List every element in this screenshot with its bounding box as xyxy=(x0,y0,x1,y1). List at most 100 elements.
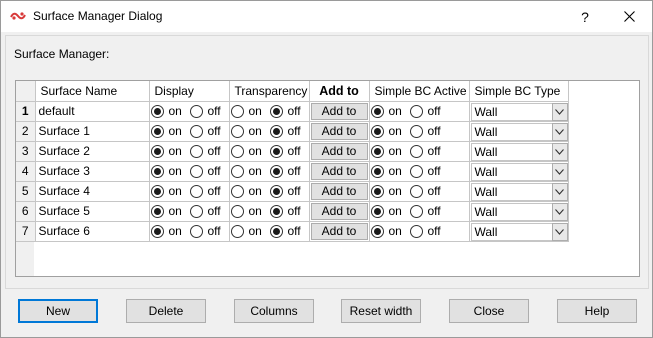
column-header-display[interactable]: Display xyxy=(148,81,230,102)
close-button[interactable]: Close xyxy=(449,299,529,323)
transparency-on-radio[interactable] xyxy=(230,144,244,158)
bc-active-off-radio[interactable] xyxy=(409,124,423,138)
display-on-radio[interactable] xyxy=(150,184,164,198)
column-header-simple-bc-type[interactable]: Simple BC Type xyxy=(468,81,569,102)
chevron-down-icon[interactable] xyxy=(551,162,568,181)
transparency-off-radio[interactable] xyxy=(269,204,283,218)
surface-name-cell[interactable]: Surface 6 xyxy=(34,220,150,242)
columns-button[interactable]: Columns xyxy=(234,299,314,323)
row-number[interactable]: 1 xyxy=(16,100,36,122)
transparency-off-radio[interactable] xyxy=(269,124,283,138)
bc-active-on-radio[interactable] xyxy=(370,224,384,238)
bc-active-off-radio[interactable] xyxy=(409,104,423,118)
add-to-button[interactable]: Add to xyxy=(310,123,368,140)
transparency-on-radio[interactable] xyxy=(230,104,244,118)
row-number[interactable]: 4 xyxy=(16,160,36,182)
transparency-off-radio[interactable] xyxy=(269,224,283,238)
display-off-radio[interactable] xyxy=(189,224,203,238)
display-on-radio[interactable] xyxy=(150,144,164,158)
surface-name-cell[interactable]: Surface 5 xyxy=(34,200,150,222)
display-off-radio[interactable] xyxy=(189,104,203,118)
surface-name-cell[interactable]: Surface 1 xyxy=(34,120,150,142)
bc-active-on-radio[interactable] xyxy=(370,124,384,138)
add-to-button[interactable]: Add to xyxy=(310,163,368,180)
bc-type-select[interactable]: Wall xyxy=(470,202,568,221)
surface-name-cell[interactable]: Surface 4 xyxy=(34,180,150,202)
bc-type-select[interactable]: Wall xyxy=(470,162,568,181)
bc-active-on-radio[interactable] xyxy=(370,164,384,178)
bc-active-on-radio[interactable] xyxy=(370,184,384,198)
title-close-button[interactable] xyxy=(607,1,652,32)
display-on-label: on xyxy=(168,124,182,138)
transparency-on-radio[interactable] xyxy=(230,184,244,198)
display-on-radio[interactable] xyxy=(150,104,164,118)
row-number[interactable]: 6 xyxy=(16,200,36,222)
display-on-radio[interactable] xyxy=(150,204,164,218)
transparency-on-radio[interactable] xyxy=(230,164,244,178)
chevron-down-icon[interactable] xyxy=(551,222,568,241)
bc-type-select[interactable]: Wall xyxy=(470,142,568,161)
row-number[interactable]: 2 xyxy=(16,120,36,142)
column-header-transparency[interactable]: Transparency xyxy=(228,81,310,102)
column-header-surface-name[interactable]: Surface Name xyxy=(34,81,150,102)
bc-type-cell: Wall xyxy=(468,140,569,162)
bc-active-off-radio[interactable] xyxy=(409,164,423,178)
chevron-down-icon[interactable] xyxy=(551,182,568,201)
bc-active-off-radio[interactable] xyxy=(409,144,423,158)
display-off-radio[interactable] xyxy=(189,144,203,158)
column-header-add-to[interactable]: Add to xyxy=(308,81,370,102)
display-off-radio[interactable] xyxy=(189,164,203,178)
bc-active-cell: on off xyxy=(368,140,470,162)
chevron-down-icon[interactable] xyxy=(551,122,568,141)
table-row: 6 Surface 5 on off on off Add to on off Wall xyxy=(16,200,569,222)
add-to-button[interactable]: Add to xyxy=(310,203,368,220)
title-help-button[interactable]: ? xyxy=(563,1,607,32)
bc-type-select[interactable]: Wall xyxy=(470,222,568,241)
bc-active-off-radio[interactable] xyxy=(409,224,423,238)
display-off-radio[interactable] xyxy=(189,184,203,198)
bc-type-select[interactable]: Wall xyxy=(470,182,568,201)
row-number[interactable]: 3 xyxy=(16,140,36,162)
add-to-button[interactable]: Add to xyxy=(310,223,368,240)
display-on-radio[interactable] xyxy=(150,164,164,178)
display-on-radio[interactable] xyxy=(150,224,164,238)
surface-name-cell[interactable]: default xyxy=(34,100,150,122)
display-off-radio[interactable] xyxy=(189,204,203,218)
title-bar[interactable]: Surface Manager Dialog ? xyxy=(1,1,652,32)
bc-active-on-radio[interactable] xyxy=(370,104,384,118)
table-row: 5 Surface 4 on off on off Add to on off Wall xyxy=(16,180,569,202)
reset-width-button[interactable]: Reset width xyxy=(341,299,421,323)
chevron-down-icon[interactable] xyxy=(551,202,568,221)
chevron-down-icon[interactable] xyxy=(551,102,568,121)
surface-grid[interactable]: Surface Name Display Transparency Add to… xyxy=(15,80,640,277)
surface-name-cell[interactable]: Surface 3 xyxy=(34,160,150,182)
display-on-radio[interactable] xyxy=(150,124,164,138)
add-to-button[interactable]: Add to xyxy=(310,183,368,200)
bc-active-off-radio[interactable] xyxy=(409,184,423,198)
bc-type-select[interactable]: Wall xyxy=(470,122,568,141)
surface-name-cell[interactable]: Surface 2 xyxy=(34,140,150,162)
transparency-on-radio[interactable] xyxy=(230,224,244,238)
transparency-off-radio[interactable] xyxy=(269,104,283,118)
chevron-down-icon[interactable] xyxy=(551,142,568,161)
transparency-off-radio[interactable] xyxy=(269,164,283,178)
bc-active-on-radio[interactable] xyxy=(370,204,384,218)
help-button[interactable]: Help xyxy=(557,299,637,323)
delete-button[interactable]: Delete xyxy=(126,299,206,323)
transparency-on-radio[interactable] xyxy=(230,204,244,218)
bc-active-off-radio[interactable] xyxy=(409,204,423,218)
transparency-off-radio[interactable] xyxy=(269,144,283,158)
bc-active-on-label: on xyxy=(388,124,402,138)
bc-active-on-radio[interactable] xyxy=(370,144,384,158)
row-number[interactable]: 5 xyxy=(16,180,36,202)
display-off-radio[interactable] xyxy=(189,124,203,138)
add-to-button[interactable]: Add to xyxy=(310,103,368,120)
row-number[interactable]: 7 xyxy=(16,220,36,242)
add-to-button[interactable]: Add to xyxy=(310,143,368,160)
column-header-simple-bc-active[interactable]: Simple BC Active xyxy=(368,81,470,102)
transparency-off-radio[interactable] xyxy=(269,184,283,198)
bc-type-select[interactable]: Wall xyxy=(470,102,568,121)
display-radio-group: on off xyxy=(150,222,229,241)
new-button[interactable]: New xyxy=(18,299,98,323)
transparency-on-radio[interactable] xyxy=(230,124,244,138)
